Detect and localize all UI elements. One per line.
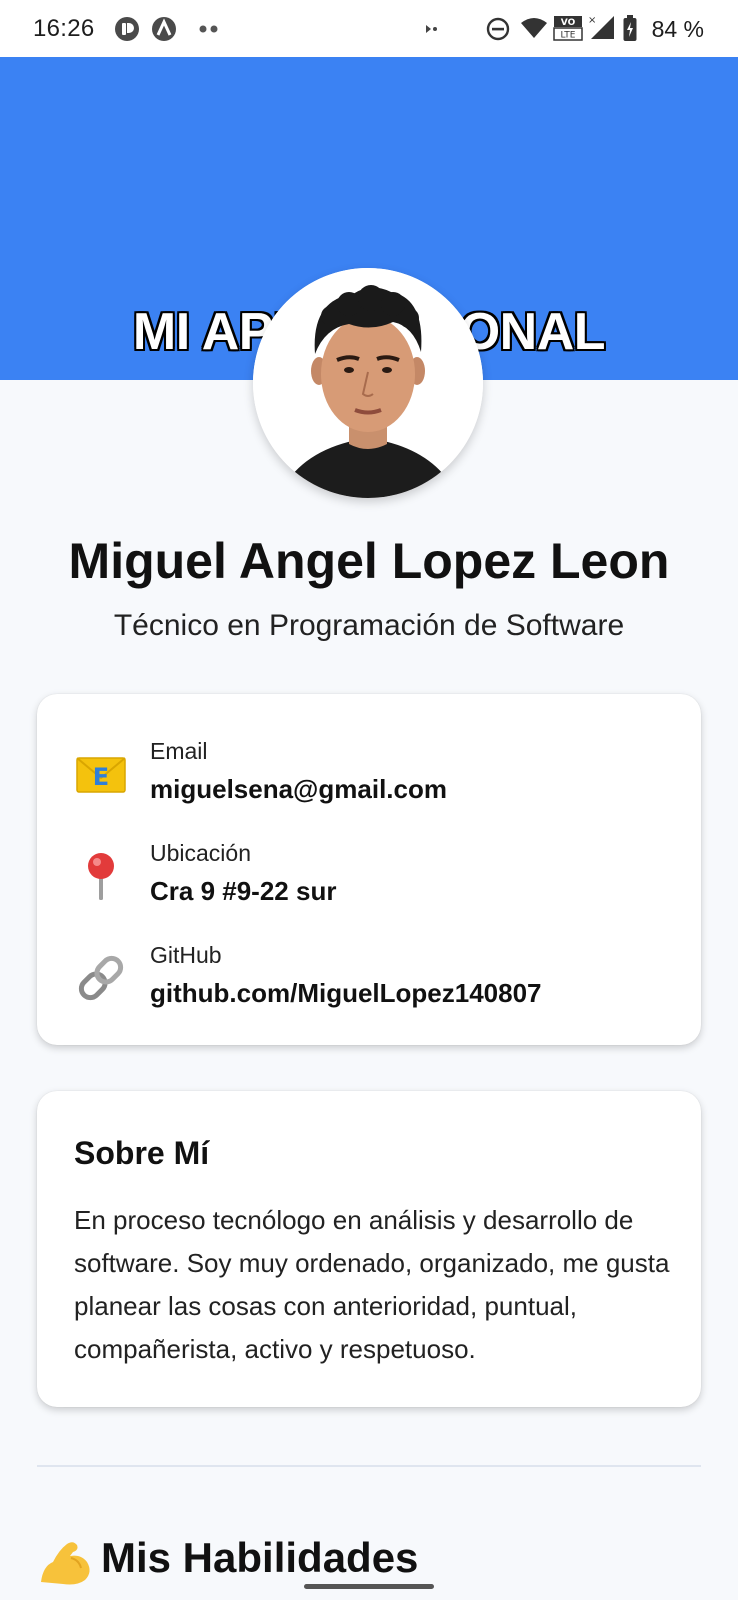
wifi-icon bbox=[521, 18, 547, 38]
contact-value-location: Cra 9 #9-22 sur bbox=[150, 876, 337, 906]
flexed-biceps-icon bbox=[41, 1542, 90, 1585]
status-time: 16:26 bbox=[33, 15, 95, 42]
battery-icon bbox=[623, 15, 637, 41]
contact-label-email: Email bbox=[150, 738, 208, 764]
profile-name: Miguel Angel Lopez Leon bbox=[68, 533, 670, 589]
profile-role: Técnico en Programación de Software bbox=[113, 609, 625, 642]
app-notification-icon bbox=[115, 17, 139, 41]
pushpin-icon bbox=[88, 853, 114, 900]
skills-title: Mis Habilidades bbox=[101, 1534, 419, 1581]
contact-value-email[interactable]: miguelsena@gmail.com bbox=[150, 774, 447, 805]
profile-photo bbox=[253, 268, 483, 498]
contact-item-github[interactable]: GitHub github.com/MiguelLopez140807 bbox=[37, 942, 701, 1022]
status-bar: 16:26 VO LTE × 84 % bbox=[0, 0, 738, 57]
avatar bbox=[253, 268, 483, 498]
cell-signal-icon: × bbox=[588, 15, 614, 39]
about-card: Sobre Mí En proceso tecnólogo en análisi… bbox=[37, 1091, 701, 1407]
more-dots-icon bbox=[199, 25, 218, 33]
link-icon bbox=[78, 955, 124, 1001]
dnd-icon bbox=[486, 17, 510, 41]
navigation-handle[interactable] bbox=[304, 1584, 434, 1589]
volte-icon: VO LTE bbox=[553, 16, 583, 41]
arch-app-icon bbox=[152, 17, 176, 41]
data-saver-icon bbox=[426, 25, 437, 33]
svg-text:×: × bbox=[588, 15, 596, 26]
contact-label-location: Ubicación bbox=[150, 840, 251, 866]
contact-value-github[interactable]: github.com/MiguelLopez140807 bbox=[150, 978, 542, 1009]
contact-card: E Email miguelsena@gmail.com Ubicación C… bbox=[37, 694, 701, 1045]
envelope-icon: E bbox=[76, 757, 126, 793]
about-title: Sobre Mí bbox=[74, 1135, 210, 1171]
svg-text:E: E bbox=[93, 763, 109, 791]
battery-percent: 84 % bbox=[651, 16, 704, 42]
contact-item-location[interactable]: Ubicación Cra 9 #9-22 sur bbox=[37, 840, 701, 920]
svg-text:VO: VO bbox=[561, 18, 576, 28]
contact-label-github: GitHub bbox=[150, 942, 222, 968]
section-divider bbox=[37, 1465, 701, 1467]
about-text: En proceso tecnólogo en análisis y desar… bbox=[74, 1205, 670, 1364]
svg-text:LTE: LTE bbox=[561, 31, 576, 41]
contact-item-email[interactable]: E Email miguelsena@gmail.com bbox=[37, 738, 701, 818]
